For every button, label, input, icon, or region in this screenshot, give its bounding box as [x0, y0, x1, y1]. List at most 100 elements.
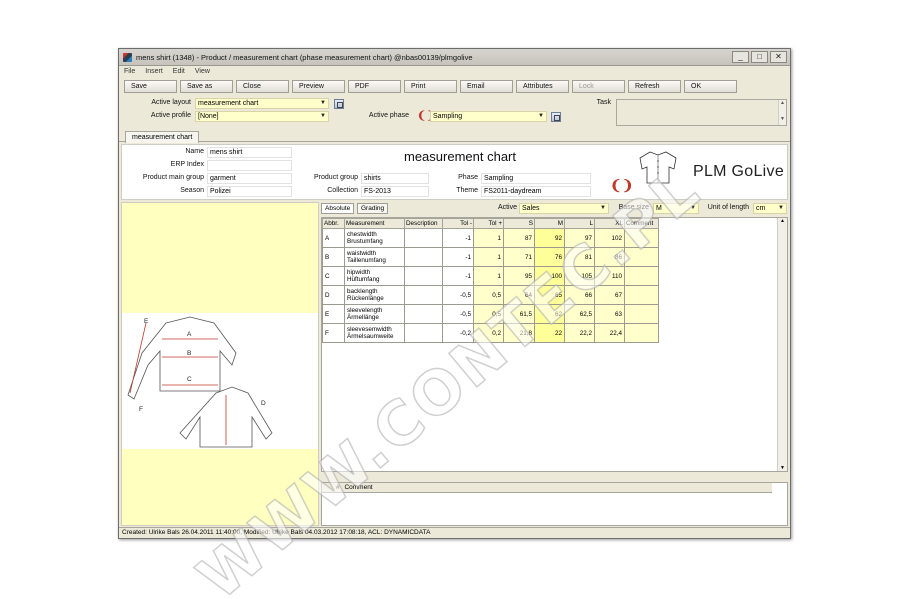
print-button[interactable]: Print	[404, 80, 457, 93]
col-size-l[interactable]: L	[564, 218, 595, 229]
col-tol-minus[interactable]: Tol -	[442, 218, 474, 229]
cell-size-s[interactable]: 71	[503, 247, 535, 267]
cell-size-l[interactable]: 66	[564, 285, 595, 305]
unit-of-length-select[interactable]: cm ▼	[753, 203, 787, 214]
cell-description[interactable]	[404, 323, 443, 343]
table-row[interactable]: B waistwidth Taillenumfang -1 1 71 76 81 …	[322, 247, 659, 267]
table-row[interactable]: C hipwidth Hüftumfang -1 1 95 100 105 110	[322, 266, 659, 286]
cell-size-m[interactable]: 76	[534, 247, 565, 267]
cell-size-m[interactable]: 22	[534, 323, 565, 343]
cell-size-l[interactable]: 81	[564, 247, 595, 267]
col-tol-plus[interactable]: Tol +	[473, 218, 504, 229]
cell-size-xl[interactable]: 22,4	[594, 323, 625, 343]
cell-abbr[interactable]: A	[322, 228, 345, 248]
table-row[interactable]: F sleevesemwidth Ärmelsaumweite -0,2 0,2 …	[322, 323, 659, 343]
save-button[interactable]: Save	[124, 80, 177, 93]
active-set-select[interactable]: Sales ▼	[519, 203, 609, 214]
col-description[interactable]: Description	[404, 218, 443, 229]
cell-tol-minus[interactable]: -0,5	[442, 304, 474, 324]
cell-description[interactable]	[404, 247, 443, 267]
tab-absolute[interactable]: Absolute	[321, 203, 355, 214]
cell-size-s[interactable]: 64	[503, 285, 535, 305]
cell-comment[interactable]	[624, 285, 659, 305]
cell-tol-plus[interactable]: 0,2	[473, 323, 504, 343]
cell-tol-minus[interactable]: -1	[442, 266, 474, 286]
cell-size-m[interactable]: 100	[534, 266, 565, 286]
col-size-m[interactable]: M	[534, 218, 565, 229]
tab-measurement-chart[interactable]: measurement chart	[125, 131, 200, 143]
menu-insert[interactable]: Insert	[145, 68, 163, 75]
cell-size-s[interactable]: 61,5	[503, 304, 535, 324]
col-size-s[interactable]: S	[503, 218, 535, 229]
cell-size-s[interactable]: 87	[503, 228, 535, 248]
active-layout-select[interactable]: measurement chart ▼	[195, 98, 329, 109]
pdf-button[interactable]: PDF	[348, 80, 401, 93]
cell-abbr[interactable]: D	[322, 285, 345, 305]
cell-measurement[interactable]: hipwidth Hüftumfang	[344, 266, 405, 286]
tab-grading[interactable]: Grading	[357, 203, 389, 214]
product-group-field[interactable]: shirts	[361, 173, 429, 184]
refresh-button[interactable]: Refresh	[628, 80, 681, 93]
cell-comment[interactable]	[624, 228, 659, 248]
cell-tol-minus[interactable]: -1	[442, 228, 474, 248]
cell-size-l[interactable]: 22,2	[564, 323, 595, 343]
cell-size-xl[interactable]: 86	[594, 247, 625, 267]
scroll-down-icon[interactable]: ▼	[779, 116, 786, 122]
cell-measurement[interactable]: backlength Rückenlänge	[344, 285, 405, 305]
table-row[interactable]: D backlength Rückenlänge -0,5 0,5 64 65 6…	[322, 285, 659, 305]
col-comment[interactable]: Comment	[624, 218, 659, 229]
phase-field[interactable]: Sampling	[481, 173, 591, 184]
season-field[interactable]: Polizei	[207, 186, 292, 197]
active-phase-select[interactable]: Sampling ▼	[430, 111, 547, 122]
task-scrollbar[interactable]: ▲ ▼	[778, 100, 786, 125]
cell-measurement[interactable]: sleevelength Ärmellänge	[344, 304, 405, 324]
cell-size-l[interactable]: 105	[564, 266, 595, 286]
theme-field[interactable]: FS2011-daydream	[481, 186, 591, 197]
cell-tol-minus[interactable]: -0,2	[442, 323, 474, 343]
menu-edit[interactable]: Edit	[173, 68, 185, 75]
cell-measurement[interactable]: waistwidth Taillenumfang	[344, 247, 405, 267]
cell-size-xl[interactable]: 63	[594, 304, 625, 324]
ok-button[interactable]: OK	[684, 80, 737, 93]
cell-abbr[interactable]: E	[322, 304, 345, 324]
cell-size-l[interactable]: 62,5	[564, 304, 595, 324]
cell-size-xl[interactable]: 110	[594, 266, 625, 286]
attributes-button[interactable]: Attributes	[516, 80, 569, 93]
collection-field[interactable]: FS-2013	[361, 186, 429, 197]
preview-button[interactable]: Preview	[292, 80, 345, 93]
col-measurement[interactable]: Measurement	[344, 218, 405, 229]
scroll-down-icon[interactable]: ▼	[778, 465, 787, 471]
cell-description[interactable]	[404, 266, 443, 286]
cell-tol-plus[interactable]: 1	[473, 247, 504, 267]
cell-tol-minus[interactable]: -1	[442, 247, 474, 267]
cell-size-s[interactable]: 95	[503, 266, 535, 286]
lock-button[interactable]: Lock	[572, 80, 625, 93]
scroll-up-icon[interactable]: ▲	[779, 100, 786, 106]
menu-file[interactable]: File	[124, 68, 135, 75]
menu-view[interactable]: View	[195, 68, 210, 75]
cell-measurement[interactable]: sleevesemwidth Ärmelsaumweite	[344, 323, 405, 343]
cell-description[interactable]	[404, 304, 443, 324]
erp-index-field[interactable]	[207, 160, 292, 171]
email-button[interactable]: Email	[460, 80, 513, 93]
layout-config-icon[interactable]	[334, 99, 344, 109]
cell-tol-minus[interactable]: -0,5	[442, 285, 474, 305]
table-row[interactable]: A chestwidth Brustumfang -1 1 87 92 97 10…	[322, 228, 659, 248]
cell-measurement[interactable]: chestwidth Brustumfang	[344, 228, 405, 248]
close-button[interactable]: Close	[236, 80, 289, 93]
cell-size-m[interactable]: 62	[534, 304, 565, 324]
task-field[interactable]: ▲ ▼	[616, 99, 787, 126]
cell-abbr[interactable]: B	[322, 247, 345, 267]
table-row[interactable]: E sleevelength Ärmellänge -0,5 0,5 61,5 6…	[322, 304, 659, 324]
cell-size-m[interactable]: 92	[534, 228, 565, 248]
cell-tol-plus[interactable]: 0,5	[473, 304, 504, 324]
cell-comment[interactable]	[624, 266, 659, 286]
close-window-button[interactable]: ✕	[770, 51, 787, 63]
cell-abbr[interactable]: C	[322, 266, 345, 286]
cell-size-xl[interactable]: 67	[594, 285, 625, 305]
name-field[interactable]: mens shirt	[207, 147, 292, 158]
cell-size-xl[interactable]: 102	[594, 228, 625, 248]
col-size-xl[interactable]: XL	[594, 218, 625, 229]
active-profile-select[interactable]: [None] ▼	[195, 111, 329, 122]
save-as-button[interactable]: Save as	[180, 80, 233, 93]
